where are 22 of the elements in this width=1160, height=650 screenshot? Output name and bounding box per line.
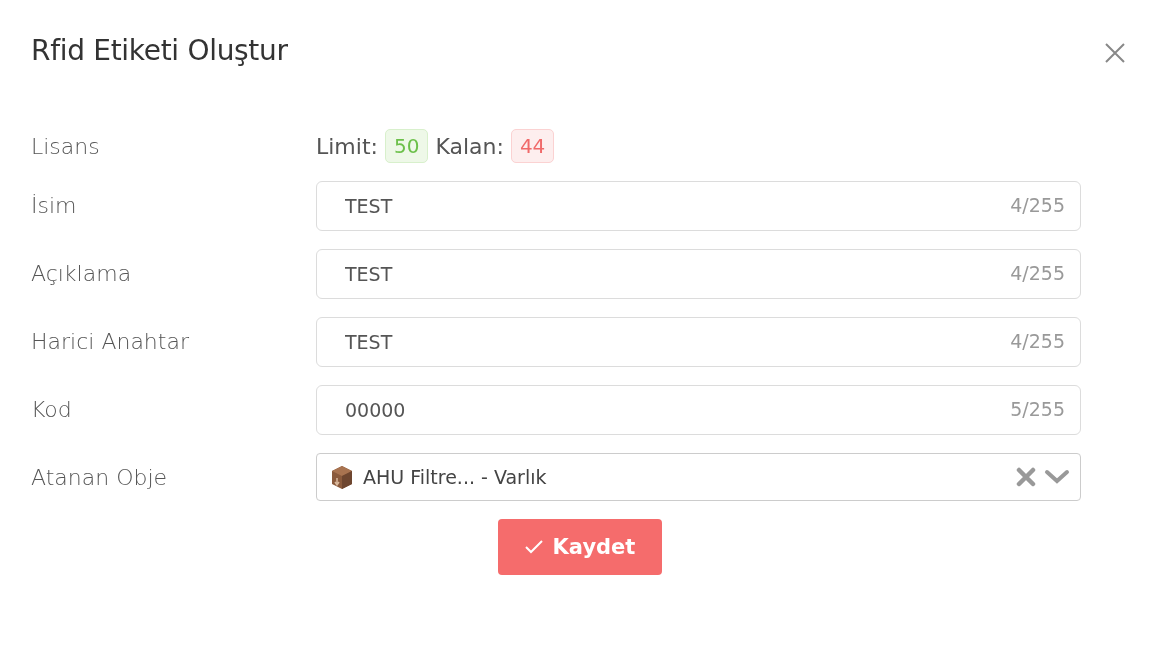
field-label: Harici Anahtar (31, 328, 189, 356)
remaining-label: Kalan: (435, 133, 504, 159)
box-icon (329, 464, 355, 490)
close-button[interactable] (1104, 42, 1126, 64)
field-label: İsim (31, 192, 77, 220)
clear-icon[interactable] (1016, 467, 1036, 487)
remaining-badge: 44 (510, 129, 555, 163)
character-counter: 4/255 (1010, 262, 1065, 284)
dialog-title: Rfid Etiketi Oluştur (31, 34, 288, 67)
field-label: Açıklama (31, 260, 132, 288)
check-icon (524, 540, 543, 554)
chevron-down-icon[interactable] (1044, 469, 1070, 485)
character-counter: 4/255 (1010, 194, 1065, 216)
field-label: Atanan Obje (31, 464, 168, 492)
selected-value: AHU Filtre... - Varlık (363, 466, 548, 488)
character-counter: 5/255 (1010, 398, 1065, 420)
field-label: Kod (31, 396, 72, 424)
limit-label: Limit: (316, 133, 378, 159)
limit-badge: 50 (384, 129, 429, 163)
object-select[interactable]: AHU Filtre... - Varlık (316, 453, 1081, 501)
field-label: Lisans (31, 133, 100, 159)
character-counter: 4/255 (1010, 330, 1065, 352)
